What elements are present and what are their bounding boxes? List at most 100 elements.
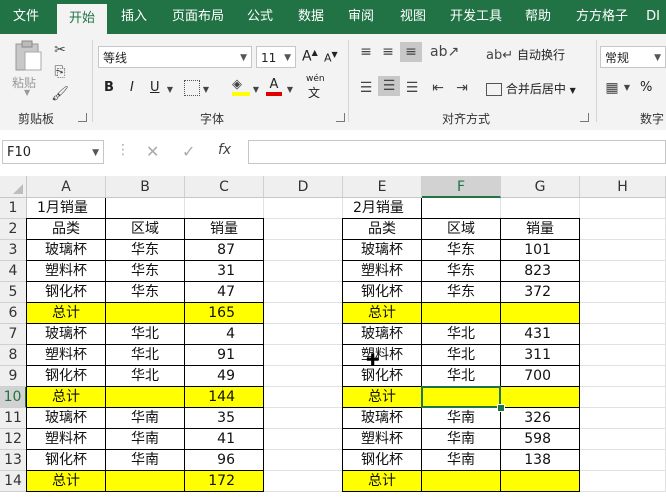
- row-header-7[interactable]: 7: [0, 324, 27, 345]
- grid-cell[interactable]: [264, 324, 343, 345]
- table-cell[interactable]: 玻璃杯: [342, 323, 422, 345]
- total-cell[interactable]: 总计: [342, 470, 422, 492]
- total-cell[interactable]: [421, 302, 501, 324]
- grid-cell[interactable]: [580, 366, 666, 387]
- table-cell[interactable]: 钢化杯: [342, 449, 422, 471]
- table-cell[interactable]: 326: [500, 407, 580, 429]
- percent-button[interactable]: %: [640, 80, 652, 95]
- align-bottom-icon[interactable]: ≡: [400, 42, 422, 62]
- table-cell[interactable]: 华南: [105, 407, 185, 429]
- grid-cell[interactable]: [422, 198, 501, 219]
- table-cell[interactable]: 431: [500, 323, 580, 345]
- table-cell[interactable]: 华东: [421, 281, 501, 303]
- table-cell[interactable]: 华北: [421, 323, 501, 345]
- row-header-5[interactable]: 5: [0, 282, 27, 303]
- row-header-10[interactable]: 10: [0, 387, 27, 408]
- tab-developer[interactable]: 开发工具: [442, 0, 510, 34]
- wrap-text-button[interactable]: ab↵ 自动换行: [486, 46, 565, 66]
- table-cell[interactable]: 华南: [105, 449, 185, 471]
- table-cell[interactable]: 372: [500, 281, 580, 303]
- tab-file[interactable]: 文件: [0, 0, 52, 34]
- tab-help[interactable]: 帮助: [515, 0, 561, 34]
- total-cell[interactable]: 165: [184, 302, 264, 324]
- total-cell[interactable]: 144: [184, 386, 264, 408]
- increase-indent-icon[interactable]: ⇥: [452, 78, 472, 98]
- total-cell[interactable]: 172: [184, 470, 264, 492]
- paste-button[interactable]: 粘贴 ▼: [8, 40, 48, 100]
- merge-center-button[interactable]: 合并后居中 ▼: [486, 80, 576, 100]
- row-header-11[interactable]: 11: [0, 408, 27, 429]
- table-cell[interactable]: 49: [184, 365, 264, 387]
- tab-fangfang[interactable]: 方方格子: [568, 0, 636, 34]
- total-cell[interactable]: [500, 302, 580, 324]
- column-header-c[interactable]: C: [185, 176, 264, 198]
- orientation-icon[interactable]: ab↗: [430, 42, 459, 62]
- table-cell[interactable]: 塑料杯: [26, 428, 106, 450]
- table-cell[interactable]: 塑料杯: [26, 344, 106, 366]
- total-cell[interactable]: [421, 470, 501, 492]
- grid-cell[interactable]: [580, 471, 666, 492]
- column-header-g[interactable]: G: [501, 176, 580, 198]
- tab-formulas[interactable]: 公式: [238, 0, 282, 34]
- cancel-icon[interactable]: ✕: [146, 142, 159, 161]
- table-cell[interactable]: 91: [184, 344, 264, 366]
- table-cell[interactable]: 华南: [421, 428, 501, 450]
- table-cell[interactable]: 华东: [421, 239, 501, 261]
- insert-function-icon[interactable]: fx: [218, 142, 231, 158]
- grid-cell[interactable]: [580, 408, 666, 429]
- table-cell[interactable]: 华南: [421, 449, 501, 471]
- table-cell[interactable]: 钢化杯: [342, 281, 422, 303]
- grid-cell[interactable]: [580, 450, 666, 471]
- active-cell-outline[interactable]: [421, 386, 501, 408]
- grid-cell[interactable]: [264, 450, 343, 471]
- table-cell[interactable]: 钢化杯: [26, 281, 106, 303]
- accounting-format-icon[interactable]: ▦: [602, 78, 622, 98]
- table-cell[interactable]: 华北: [421, 344, 501, 366]
- bold-button[interactable]: B: [104, 80, 114, 95]
- fill-handle[interactable]: [497, 404, 505, 412]
- table-cell[interactable]: 华东: [421, 260, 501, 282]
- grid-cell[interactable]: [264, 429, 343, 450]
- grid-cell[interactable]: [580, 345, 666, 366]
- underline-button[interactable]: U: [150, 80, 160, 95]
- format-painter-icon[interactable]: 🖌: [50, 84, 70, 104]
- table-cell[interactable]: 598: [500, 428, 580, 450]
- align-center-icon[interactable]: ☰: [378, 76, 400, 96]
- fill-color-icon[interactable]: ◈: [232, 78, 250, 98]
- table-cell[interactable]: 塑料杯: [342, 260, 422, 282]
- chevron-down-icon[interactable]: ▼: [164, 80, 176, 100]
- column-header-e[interactable]: E: [343, 176, 422, 198]
- row-header-6[interactable]: 6: [0, 303, 27, 324]
- grid-cell[interactable]: [264, 408, 343, 429]
- font-size-dropdown[interactable]: 11 ▼: [256, 46, 296, 68]
- worksheet-grid[interactable]: A B C D E F G H 1 2 3 4 5 6 7 8 9 10 11 12 13 14 1月销量 品类 区域 销量 玻璃杯…: [0, 176, 666, 500]
- copy-icon[interactable]: ⎘: [50, 62, 70, 82]
- align-top-icon[interactable]: ≡: [356, 42, 376, 62]
- grid-cell[interactable]: [501, 198, 580, 219]
- italic-button[interactable]: I: [130, 80, 134, 95]
- grid-cell[interactable]: [580, 303, 666, 324]
- grid-cell[interactable]: [264, 471, 343, 492]
- table-cell[interactable]: 华北: [105, 344, 185, 366]
- grid-cell[interactable]: [264, 387, 343, 408]
- table-cell[interactable]: 玻璃杯: [342, 239, 422, 261]
- clipboard-launcher-icon[interactable]: [78, 113, 87, 122]
- grid-cell[interactable]: [185, 198, 264, 219]
- tab-data[interactable]: 数据: [288, 0, 334, 34]
- align-left-icon[interactable]: ☰: [356, 78, 376, 98]
- total-cell[interactable]: [105, 470, 185, 492]
- row-header-1[interactable]: 1: [0, 198, 27, 219]
- table-cell[interactable]: 823: [500, 260, 580, 282]
- table-cell[interactable]: 87: [184, 239, 264, 261]
- row-header-3[interactable]: 3: [0, 240, 27, 261]
- table-cell[interactable]: 138: [500, 449, 580, 471]
- align-right-icon[interactable]: ☰: [402, 78, 422, 98]
- grid-cell[interactable]: [264, 198, 343, 219]
- total-cell[interactable]: 总计: [26, 302, 106, 324]
- table-cell[interactable]: 4: [184, 323, 264, 345]
- column-header-d[interactable]: D: [264, 176, 343, 198]
- tab-di[interactable]: DI: [640, 0, 666, 34]
- table-cell[interactable]: 华北: [105, 323, 185, 345]
- align-middle-icon[interactable]: ≡: [378, 42, 398, 62]
- grid-cell[interactable]: [580, 240, 666, 261]
